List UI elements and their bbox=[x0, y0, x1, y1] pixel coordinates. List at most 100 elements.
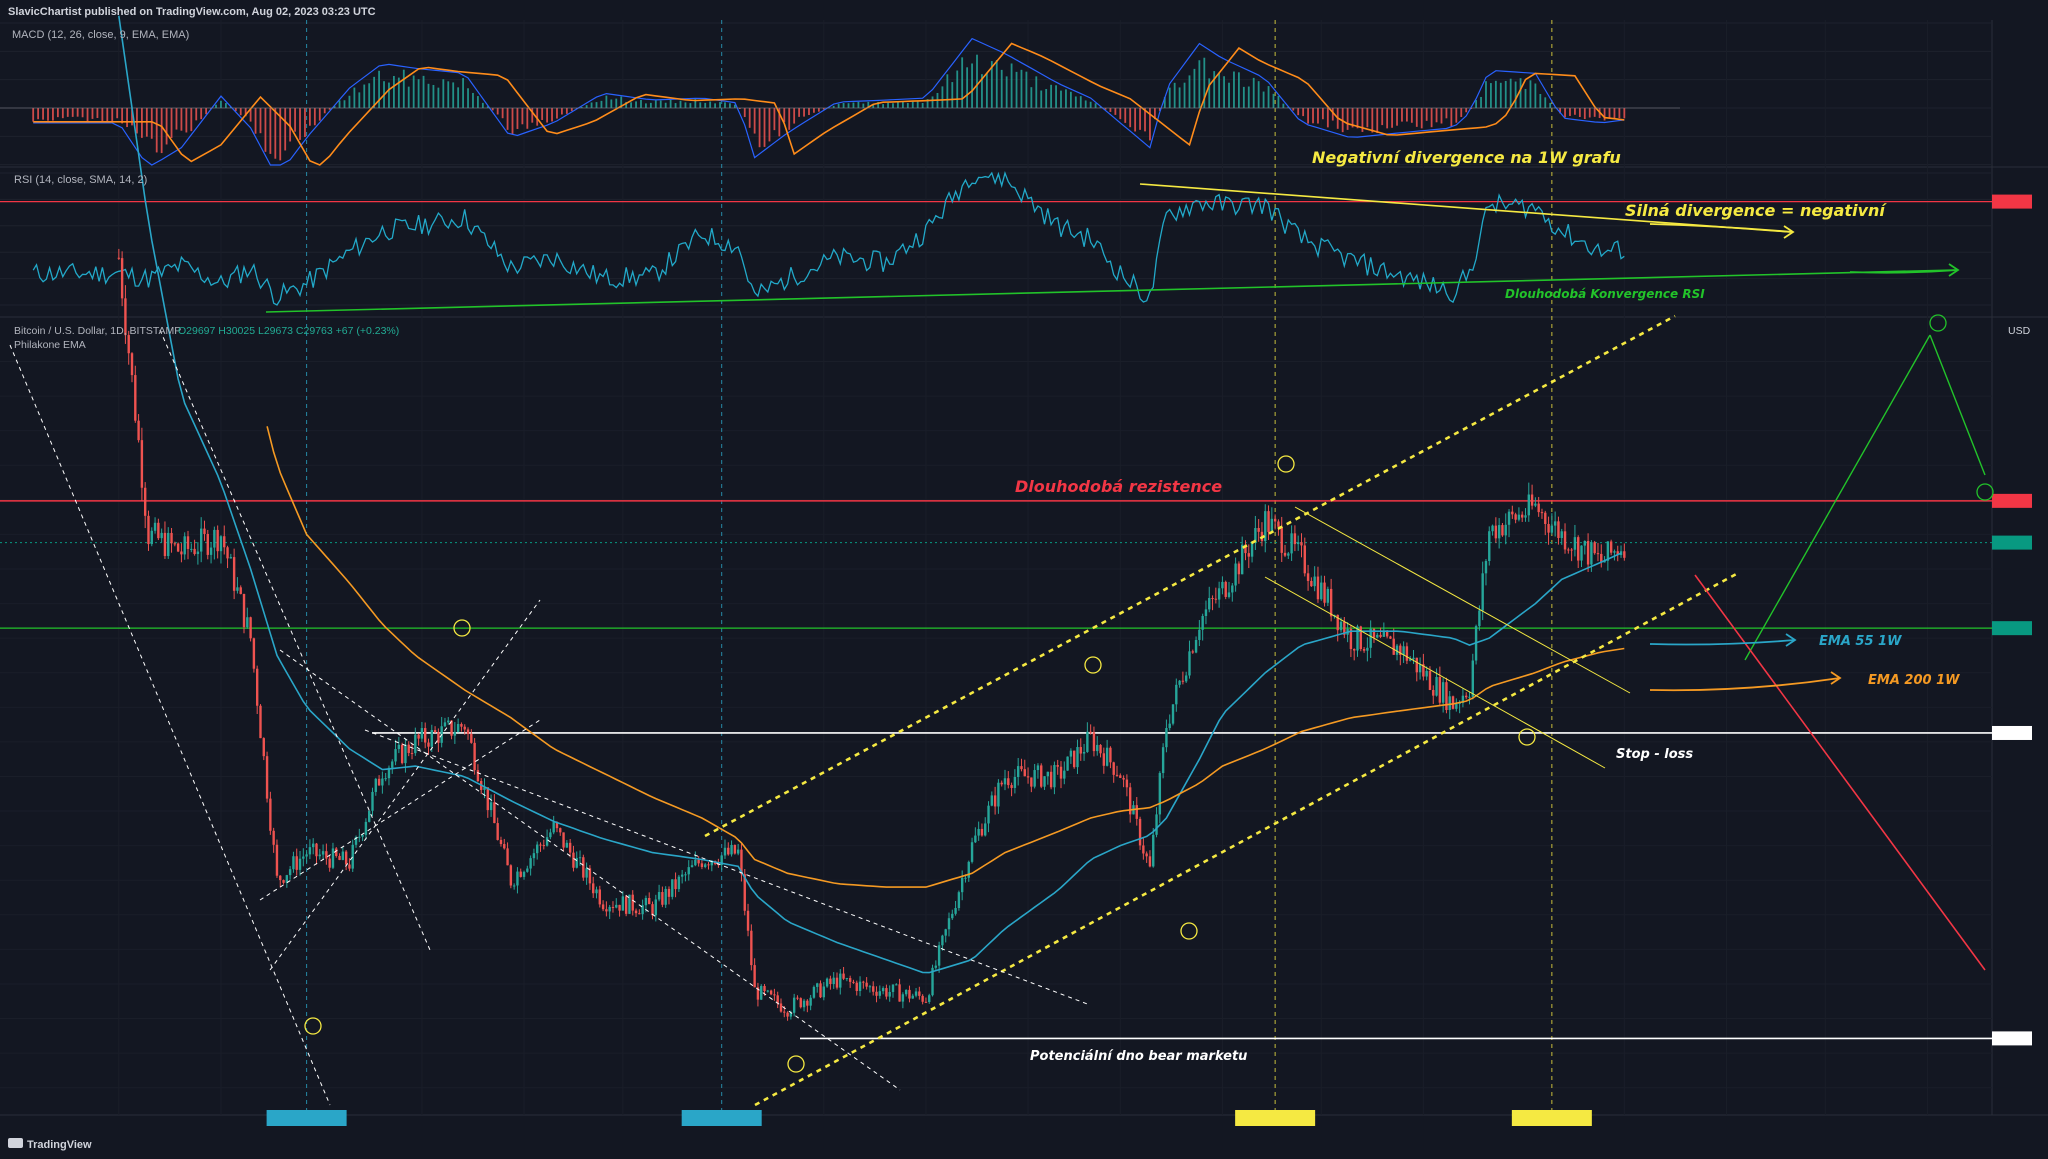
macd-bar bbox=[1228, 82, 1230, 108]
candle-body bbox=[1135, 805, 1138, 819]
candle-body bbox=[308, 847, 312, 855]
macd-bar bbox=[1583, 108, 1586, 120]
macd-bar bbox=[220, 100, 222, 108]
candle-body bbox=[137, 420, 140, 441]
macd-bar bbox=[551, 108, 553, 122]
candle-body bbox=[1030, 777, 1033, 787]
macd-bar bbox=[343, 100, 346, 108]
macd-bar bbox=[561, 108, 563, 115]
macd-bar bbox=[427, 83, 430, 108]
candle-body bbox=[862, 981, 865, 983]
candle-body bbox=[176, 543, 180, 552]
macd-bar bbox=[96, 108, 99, 119]
neg-div-1w-annotation: Negativní divergence na 1W grafu bbox=[1312, 148, 1621, 167]
candle-body bbox=[799, 998, 802, 1008]
candle-body bbox=[651, 904, 654, 916]
macd-bar bbox=[1045, 89, 1048, 108]
macd-bar bbox=[116, 108, 119, 119]
candle-body bbox=[1211, 597, 1214, 599]
candle-body bbox=[954, 908, 957, 914]
macd-bar bbox=[640, 99, 642, 108]
macd-bar bbox=[1475, 100, 1477, 108]
candle-body bbox=[328, 858, 331, 868]
macd-bar bbox=[1124, 108, 1127, 123]
candle-body bbox=[878, 991, 882, 996]
candle-body bbox=[1204, 609, 1208, 617]
macd-bar bbox=[1069, 91, 1072, 108]
candle-body bbox=[255, 668, 259, 706]
macd-bar bbox=[1480, 96, 1482, 108]
candle-body bbox=[1273, 518, 1277, 522]
candle-body bbox=[779, 1003, 783, 1012]
candle-body bbox=[1283, 552, 1287, 556]
candle-body bbox=[325, 851, 328, 859]
candle-body bbox=[456, 724, 460, 732]
candle-body bbox=[1152, 834, 1155, 867]
macd-bar bbox=[313, 108, 316, 126]
candle-body bbox=[1267, 511, 1270, 532]
macd-bar bbox=[91, 108, 94, 119]
macd-bar bbox=[931, 96, 934, 108]
candle-body bbox=[680, 874, 684, 877]
candle-body bbox=[391, 761, 394, 768]
candle-body bbox=[736, 849, 740, 854]
macd-bar bbox=[304, 108, 306, 138]
candle-body bbox=[928, 995, 931, 1002]
macd-bar bbox=[842, 103, 845, 108]
candle-body bbox=[503, 844, 506, 849]
macd-bar bbox=[1198, 60, 1201, 108]
macd-bar bbox=[294, 108, 296, 132]
macd-bar bbox=[1618, 108, 1621, 119]
macd-bar bbox=[995, 59, 998, 108]
candle-body bbox=[835, 977, 839, 988]
candle-body bbox=[414, 734, 417, 754]
macd-bar bbox=[447, 81, 450, 108]
macd-bar bbox=[1114, 108, 1117, 115]
candle-body bbox=[424, 728, 427, 743]
candle-body bbox=[1221, 581, 1224, 589]
candle-body bbox=[661, 892, 664, 905]
candle-body bbox=[364, 821, 368, 835]
candle-body bbox=[993, 795, 997, 807]
macd-bar bbox=[743, 108, 746, 118]
candle-body bbox=[358, 836, 361, 838]
macd-bar bbox=[1307, 108, 1309, 124]
chart-svg[interactable]: SlavicChartist published on TradingView.… bbox=[0, 0, 2048, 1159]
macd-bar bbox=[1346, 108, 1349, 130]
candle-body bbox=[1013, 777, 1017, 788]
macd-bar bbox=[941, 86, 944, 108]
candle-body bbox=[1102, 753, 1106, 766]
candle-body bbox=[1165, 728, 1168, 748]
macd-bar bbox=[1282, 103, 1285, 108]
candle-body bbox=[1306, 573, 1310, 581]
candle-body bbox=[559, 828, 562, 833]
macd-bar bbox=[1410, 108, 1413, 123]
macd-bar bbox=[1000, 69, 1003, 108]
macd-bar bbox=[1603, 108, 1606, 121]
macd-bar bbox=[748, 108, 751, 128]
candle-body bbox=[624, 896, 628, 914]
candle-body bbox=[1184, 675, 1188, 682]
candle-body bbox=[1214, 598, 1218, 600]
macd-bar bbox=[170, 108, 173, 138]
candle-body bbox=[1231, 585, 1234, 593]
macd-bar bbox=[1119, 108, 1122, 120]
candle-body bbox=[1573, 537, 1577, 550]
macd-bar bbox=[452, 82, 455, 108]
macd-bar bbox=[1366, 108, 1369, 128]
candle-body bbox=[216, 529, 219, 552]
candle-body bbox=[924, 1001, 928, 1003]
candle-body bbox=[904, 989, 908, 995]
macd-bar bbox=[61, 108, 64, 119]
candle-body bbox=[1023, 769, 1026, 777]
candle-body bbox=[229, 557, 233, 559]
candle-body bbox=[601, 904, 605, 910]
macd-bar bbox=[906, 102, 909, 108]
macd-bar bbox=[358, 92, 361, 108]
macd-bar bbox=[1415, 108, 1418, 127]
candle-body bbox=[895, 984, 898, 986]
macd-bar bbox=[847, 103, 850, 108]
macd-bar bbox=[71, 108, 74, 117]
candle-body bbox=[690, 865, 694, 868]
candle-body bbox=[881, 988, 885, 992]
